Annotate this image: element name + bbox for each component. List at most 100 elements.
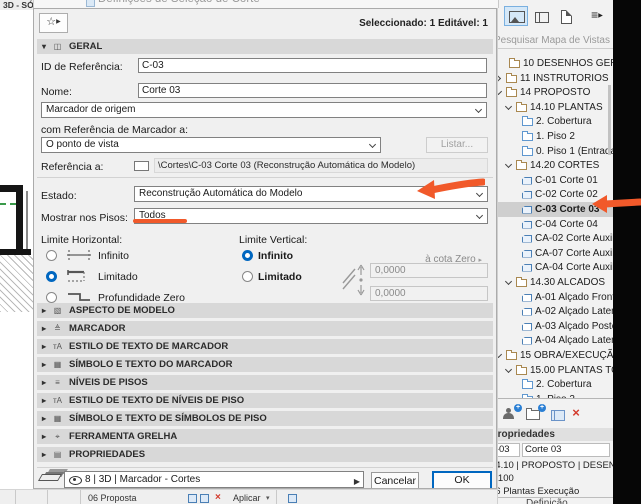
delete-button[interactable]: ×: [568, 404, 584, 424]
panel-properties[interactable]: ▸ PROPRIEDADES: [37, 447, 493, 462]
marker-text-style-icon: [51, 342, 64, 351]
expand-triangle-icon[interactable]: ▸: [42, 342, 46, 351]
list-button[interactable]: Listar...: [426, 137, 488, 153]
fill-set-icon[interactable]: [200, 494, 209, 503]
expand-triangle-icon[interactable]: ▸: [42, 432, 46, 441]
radio-vertical-limited[interactable]: [242, 271, 253, 282]
expand-triangle-icon[interactable]: ▸: [42, 450, 46, 459]
tree-item-section-selected[interactable]: C-03 Corte 03: [498, 202, 613, 217]
tree-item-folder[interactable]: 14 PROPOSTO: [498, 85, 613, 100]
tree-item-view[interactable]: 1. Piso 2: [498, 129, 613, 144]
favorites-button[interactable]: ☆▶: [39, 13, 68, 33]
chevron-down-icon[interactable]: [505, 367, 513, 375]
tree-item-folder[interactable]: 14.10 PLANTAS: [498, 100, 613, 115]
layer-combo-field[interactable]: 8 | 3D | Marcador - Cortes ▶: [64, 471, 364, 488]
panel-marker-text-style[interactable]: ▸ ESTILO DE TEXTO DE MARCADOR: [37, 339, 493, 354]
tree-item-section[interactable]: CA-02 Corte Auxiliar 02: [498, 231, 613, 246]
apply-button[interactable]: Aplicar: [233, 493, 261, 503]
panel-story-symbol-text[interactable]: ▸ SÍMBOLO E TEXTO DE SÍMBOLOS DE PISO: [37, 411, 493, 426]
folder-open-icon: [516, 276, 527, 287]
marker-reference-label: com Referência de Marcador a:: [41, 124, 189, 136]
estado-select[interactable]: Reconstrução Automática do Modelo: [134, 186, 488, 202]
expand-triangle-icon[interactable]: ▸: [42, 306, 46, 315]
name-input[interactable]: Corte 03: [138, 83, 487, 98]
panel-label: SÍMBOLO E TEXTO DO MARCADOR: [69, 359, 233, 370]
panel-model-appearance[interactable]: ▸ ASPECTO DE MODELO: [37, 303, 493, 318]
offset-top-input[interactable]: 0,0000: [370, 263, 488, 278]
marker-reference-select[interactable]: O ponto de vista: [41, 137, 381, 153]
expand-triangle-icon[interactable]: ▸: [42, 396, 46, 405]
tree-item-label: C-02 Corte 02: [535, 189, 598, 200]
expand-triangle-icon[interactable]: ▸: [42, 324, 46, 333]
tree-item-elevation[interactable]: A-02 Alçado Lateral Dir: [498, 304, 613, 319]
expand-triangle-icon[interactable]: ▸: [42, 378, 46, 387]
expand-triangle-icon[interactable]: ▸: [42, 360, 46, 369]
chevron-down-icon[interactable]: [498, 352, 503, 360]
radio-vertical-infinite[interactable]: [242, 250, 253, 261]
radio-horizontal-zero-depth[interactable]: [46, 292, 57, 303]
panel-label: PROPRIEDADES: [69, 449, 146, 460]
tree-item-section[interactable]: C-01 Corte 01: [498, 173, 613, 188]
pen-set-icon[interactable]: [188, 494, 197, 503]
chevron-down-icon[interactable]: ▾: [266, 494, 270, 502]
new-folder-button[interactable]: +: [524, 404, 546, 424]
chevron-down-icon[interactable]: [505, 104, 513, 112]
tree-item-folder[interactable]: 10 DESENHOS GERAIS: [498, 56, 613, 71]
tree-item-folder[interactable]: 15.00 PLANTAS TOSCOS: [498, 363, 613, 378]
tree-item-elevation[interactable]: A-01 Alçado Frontal: [498, 290, 613, 305]
properties-header[interactable]: Propriedades: [498, 428, 613, 441]
tree-item-section[interactable]: C-04 Corte 04: [498, 217, 613, 232]
radio-horizontal-limited[interactable]: [46, 271, 57, 282]
ok-button[interactable]: OK: [432, 471, 492, 488]
tree-item-section[interactable]: C-02 Corte 02: [498, 187, 613, 202]
folder-open-icon: [516, 364, 527, 375]
cancel-button[interactable]: Cancelar: [371, 472, 419, 488]
background-tab[interactable]: 3D - SÓ: [0, 0, 36, 10]
close-icon[interactable]: ×: [215, 492, 221, 503]
chevron-down-icon[interactable]: [498, 89, 503, 97]
chevron-down-icon[interactable]: [505, 279, 513, 287]
layer-combo-label[interactable]: 06 Proposta: [88, 493, 137, 503]
radio-vertical-infinite-label[interactable]: Infinito: [258, 250, 293, 262]
panel-marker[interactable]: ▸ MARCADOR: [37, 321, 493, 336]
settings-panel-button[interactable]: [548, 404, 568, 424]
chevron-down-icon[interactable]: [505, 162, 513, 170]
tree-item-elevation[interactable]: A-04 Alçado Lateral Esc: [498, 333, 613, 348]
properties-scale-value[interactable]: 1:100: [498, 473, 514, 484]
properties-name-field[interactable]: Corte 03: [522, 443, 610, 457]
scrollbar-thumb[interactable]: [608, 85, 611, 155]
tree-item-view[interactable]: 0. Piso 1 (Entrada): [498, 144, 613, 159]
clone-folder-button[interactable]: +: [500, 404, 522, 424]
reference-id-input[interactable]: C-03: [138, 58, 487, 73]
panel-grid-tool[interactable]: ▸ FERRAMENTA GRELHA: [37, 429, 493, 444]
panel-story-levels[interactable]: ▸ NÍVEIS DE PISOS: [37, 375, 493, 390]
properties-id-field[interactable]: C-03: [498, 443, 520, 457]
panel-marker-symbol-text[interactable]: ▸ SÍMBOLO E TEXTO DO MARCADOR: [37, 357, 493, 372]
tree-item-folder[interactable]: 14.20 CORTES: [498, 158, 613, 173]
collapse-triangle-icon[interactable]: ▾: [42, 42, 46, 51]
tree-item-elevation[interactable]: A-03 Alçado Posterior: [498, 319, 613, 334]
panel-geral-header[interactable]: ▾ GERAL: [37, 39, 493, 54]
tree-item-folder[interactable]: 15 OBRA/EXECUÇÃO: [498, 348, 613, 363]
tree-item-section[interactable]: CA-04 Corte Auxiliar 02: [498, 260, 613, 275]
tree-item-section[interactable]: CA-07 Corte Auxiliar 02: [498, 246, 613, 261]
show-on-stories-select[interactable]: Todos: [134, 208, 488, 224]
panel-story-level-text-style[interactable]: ▸ ESTILO DE TEXTO DE NÍVEIS DE PISO: [37, 393, 493, 408]
marker-type-select[interactable]: Marcador de origem: [41, 102, 487, 118]
tree-item-label: 0. Piso 1 (Entrada): [536, 146, 613, 157]
tree-item-folder[interactable]: 11 INSTRUTORIOS: [498, 71, 613, 86]
properties-layer-value[interactable]: 06 Plantas Execução: [498, 486, 579, 497]
flyout-arrow-icon: ▶: [56, 19, 61, 25]
chevron-right-icon[interactable]: [498, 75, 503, 83]
tree-item-view[interactable]: 2. Cobertura: [498, 114, 613, 129]
dialog-titlebar[interactable]: Definições de Seleção de Corte: [33, 0, 499, 8]
expand-triangle-icon[interactable]: ▸: [42, 414, 46, 423]
radio-vertical-limited-label[interactable]: Limitado: [258, 271, 302, 283]
tree-item-view[interactable]: 2. Cobertura: [498, 377, 613, 392]
radio-horizontal-infinite-label[interactable]: Infinito: [98, 250, 129, 262]
radio-horizontal-limited-label[interactable]: Limitado: [98, 271, 138, 283]
tree-item-folder[interactable]: 14.30 ALCADOS: [498, 275, 613, 290]
radio-horizontal-infinite[interactable]: [46, 250, 57, 261]
offset-bottom-input[interactable]: 0,0000: [370, 286, 488, 301]
properties-path-value[interactable]: 14.10 | PROPOSTO | DESENHOS GER...: [498, 460, 613, 471]
